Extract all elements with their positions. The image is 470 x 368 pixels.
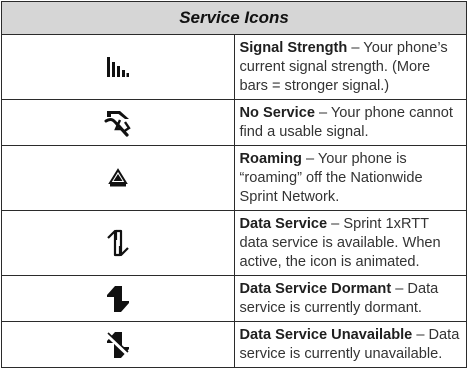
data-service-unavailable-icon — [105, 331, 130, 358]
icon-cell — [1, 210, 235, 276]
description-cell: No Service – Your phone cannot find a us… — [233, 99, 467, 146]
table-row: Roaming – Your phone is “roaming” off th… — [1, 145, 467, 211]
term-label: Data Service Unavailable — [239, 327, 413, 343]
description-cell: Data Service Unavailable – Data service … — [233, 321, 467, 368]
signal-strength-icon — [106, 57, 129, 77]
icon-cell — [1, 321, 235, 368]
icon-cell — [1, 275, 235, 322]
description-cell: Data Service – Sprint 1xRTT data service… — [233, 210, 467, 276]
icon-cell — [1, 99, 235, 146]
term-label: Data Service — [239, 216, 328, 232]
description-cell: Roaming – Your phone is “roaming” off th… — [233, 145, 467, 211]
roaming-icon — [107, 168, 128, 187]
icon-cell — [1, 145, 235, 211]
term-label: No Service — [239, 105, 315, 121]
description-cell: Signal Strength – Your phone’s current s… — [233, 34, 467, 100]
table-row: Data Service Dormant – Data service is c… — [1, 275, 467, 322]
icon-cell — [1, 34, 235, 100]
term-label: Roaming — [239, 151, 302, 167]
service-icons-table: Service Icons Signal Strength – Your pho… — [1, 1, 467, 368]
table-header-row: Service Icons — [1, 1, 467, 35]
table-row: Signal Strength – Your phone’s current s… — [1, 34, 467, 100]
term-label: Signal Strength — [239, 40, 348, 56]
table-row: No Service – Your phone cannot find a us… — [1, 99, 467, 146]
description-cell: Data Service Dormant – Data service is c… — [233, 275, 467, 322]
term-label: Data Service Dormant — [239, 281, 392, 297]
table-row: Data Service Unavailable – Data service … — [1, 321, 467, 368]
table-row: Data Service – Sprint 1xRTT data service… — [1, 210, 467, 276]
no-service-icon — [104, 110, 131, 137]
data-service-icon — [106, 229, 129, 257]
data-service-dormant-icon — [106, 285, 129, 312]
table-title: Service Icons — [1, 1, 467, 35]
